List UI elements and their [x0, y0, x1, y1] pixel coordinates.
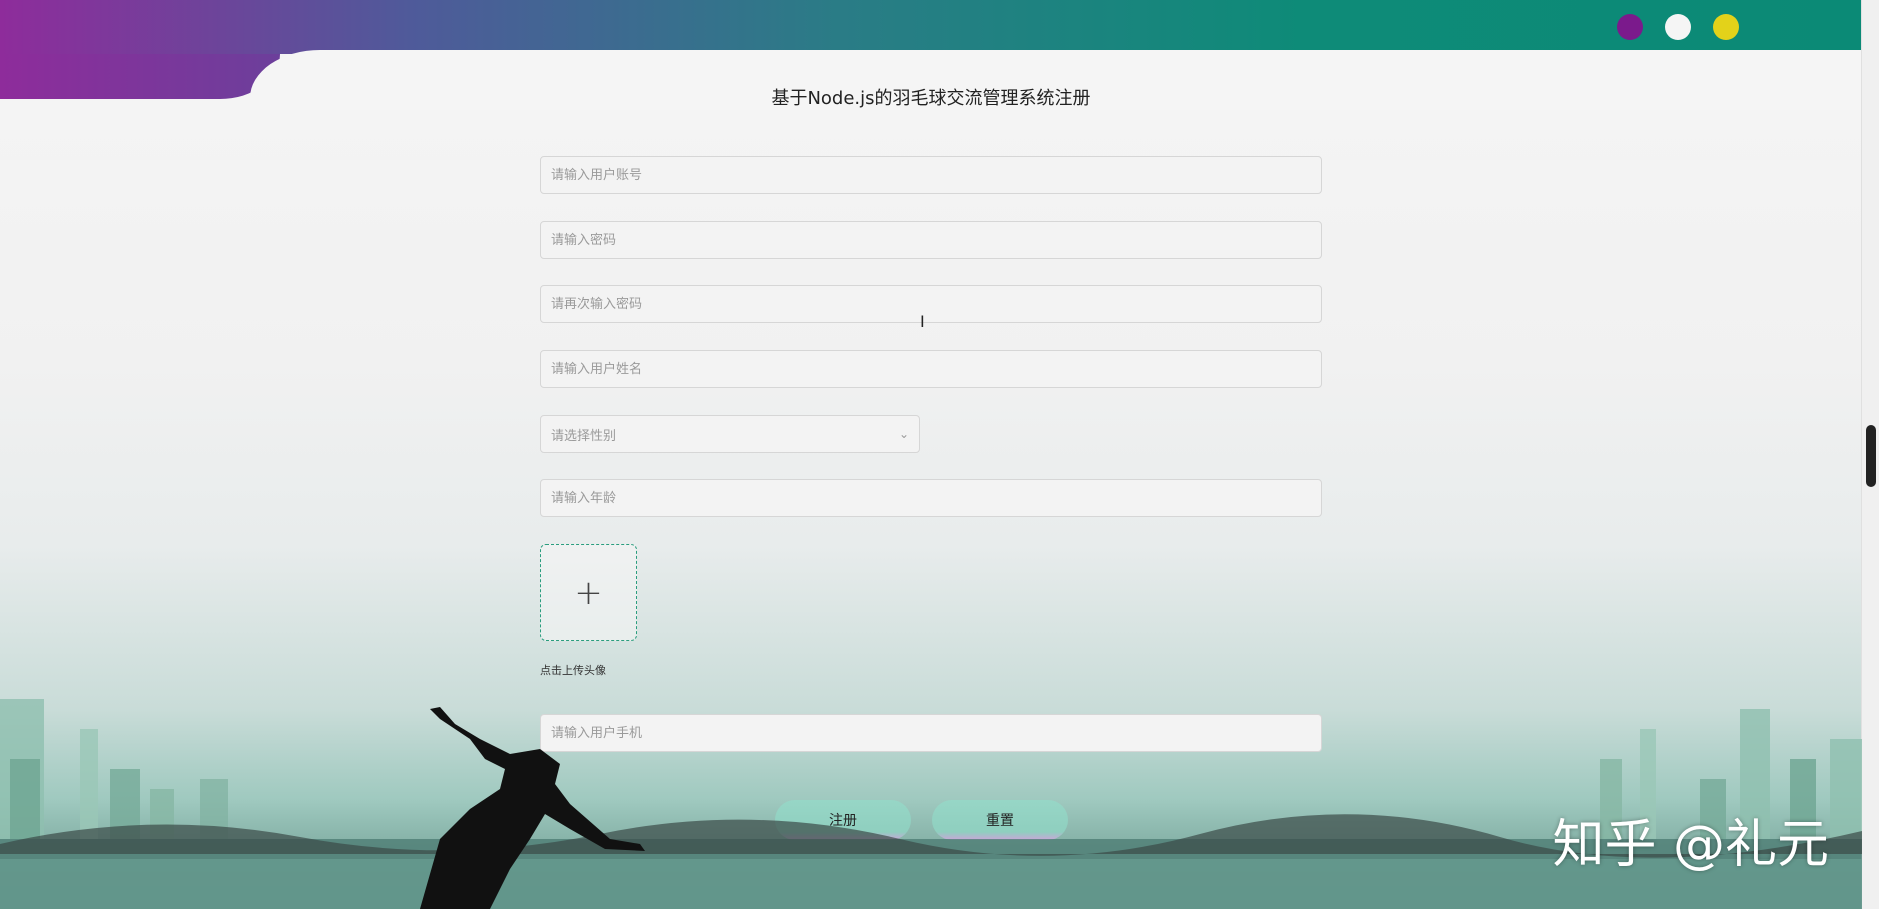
scrollbar-thumb[interactable]	[1866, 425, 1876, 487]
text-cursor-icon: I	[920, 312, 925, 331]
top-banner	[0, 0, 1862, 54]
watermark: 知乎 @礼元	[1552, 815, 1829, 875]
page: 基于Node.js的羽毛球交流管理系统注册 请选择性别 ⌄	[0, 0, 1879, 909]
yellow-dot[interactable]	[1713, 14, 1739, 40]
chevron-down-icon: ⌄	[898, 427, 909, 441]
plus-icon: +	[574, 572, 603, 613]
account-input[interactable]	[540, 156, 1322, 194]
purple-dot[interactable]	[1617, 14, 1643, 40]
password-input[interactable]	[540, 221, 1322, 259]
scrollbar[interactable]	[1861, 0, 1879, 909]
name-input[interactable]	[540, 350, 1322, 388]
confirm-password-input[interactable]	[540, 285, 1322, 323]
window-dots	[1617, 14, 1739, 40]
avatar-upload[interactable]: +	[540, 544, 637, 641]
white-dot[interactable]	[1665, 14, 1691, 40]
gender-select-placeholder: 请选择性别	[551, 428, 617, 444]
page-title: 基于Node.js的羽毛球交流管理系统注册	[771, 88, 1091, 109]
age-input[interactable]	[540, 479, 1322, 517]
gender-select[interactable]: 请选择性别 ⌄	[540, 415, 920, 453]
